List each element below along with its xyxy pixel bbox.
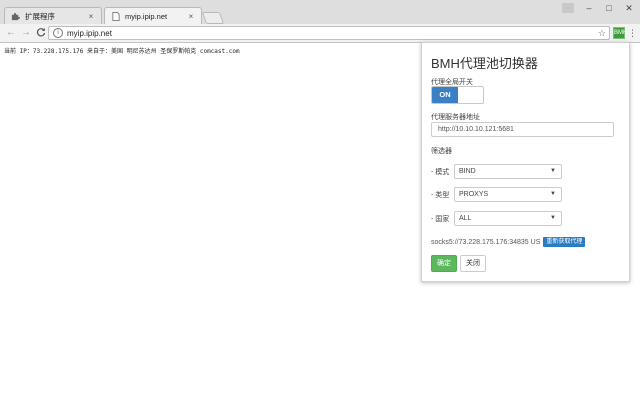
type-label: - 类型 [431, 191, 450, 199]
url-text[interactable]: myip.ipip.net [67, 29, 598, 38]
bmh-extension-icon[interactable]: BMH [613, 27, 627, 39]
current-proxy-status: socks5://73.228.175.176:34835 US 重新获取代理 [431, 237, 586, 247]
new-tab-button[interactable] [201, 12, 225, 24]
tab-label: myip.ipip.net [125, 12, 168, 21]
server-address-label: 代理服务器地址 [431, 114, 480, 121]
tab-myip[interactable]: myip.ipip.net × [104, 7, 202, 25]
mode-label: - 模式 [431, 168, 450, 176]
caret-down-icon: ▼ [550, 215, 556, 221]
menu-icon[interactable]: ⋮ [628, 27, 637, 39]
refresh-proxy-button[interactable]: 重新获取代理 [543, 237, 586, 247]
back-arrow-icon[interactable]: ← [5, 27, 17, 39]
bookmark-star-icon[interactable]: ☆ [598, 28, 606, 39]
minimize-icon[interactable]: – [582, 3, 596, 15]
filter-row-mode: - 模式 BIND ▼ [431, 164, 562, 179]
server-address-input[interactable]: http://10.10.10.121:5681 [431, 122, 614, 137]
browser-toolbar: ← → i myip.ipip.net ☆ BMH ⋮ [0, 24, 640, 43]
profile-icon[interactable] [562, 3, 574, 13]
filter-row-type: - 类型 PROXYS ▼ [431, 187, 562, 202]
close-window-icon[interactable]: ✕ [622, 3, 636, 15]
ip-info-text: 当前 IP：73.228.175.176 来自于：美国 明尼苏达州 圣保罗斯帕克… [4, 48, 240, 55]
filter-row-country: - 国家 ALL ▼ [431, 211, 562, 226]
popup-title: BMH代理池切换器 [431, 56, 538, 71]
filter-label: 筛选器 [431, 148, 452, 155]
tab-extensions[interactable]: 扩展程序 × [4, 7, 102, 24]
maximize-icon[interactable]: □ [602, 3, 616, 15]
close-tab-icon[interactable]: × [187, 12, 195, 21]
page-icon [111, 12, 120, 21]
mode-select[interactable]: BIND ▼ [454, 164, 562, 179]
tab-strip: 扩展程序 × myip.ipip.net × – □ ✕ [0, 0, 640, 25]
info-icon[interactable]: i [53, 28, 63, 38]
forward-arrow-icon[interactable]: → [20, 27, 32, 39]
caret-down-icon: ▼ [550, 168, 556, 174]
type-value: PROXYS [459, 191, 489, 198]
close-button[interactable]: 关闭 [460, 255, 486, 272]
country-label: - 国家 [431, 215, 450, 223]
puzzle-icon [11, 12, 20, 21]
address-bar[interactable]: i myip.ipip.net ☆ [48, 26, 610, 40]
current-proxy-text: socks5://73.228.175.176:34835 US [431, 238, 541, 246]
reload-icon[interactable] [35, 27, 47, 39]
type-select[interactable]: PROXYS ▼ [454, 187, 562, 202]
toggle-on-label: ON [432, 87, 458, 103]
proxy-switcher-popup: BMH代理池切换器 代理全局开关 ON 代理服务器地址 http://10.10… [421, 42, 630, 282]
tab-label: 扩展程序 [25, 11, 55, 21]
country-select[interactable]: ALL ▼ [454, 211, 562, 226]
global-proxy-toggle[interactable]: ON [431, 86, 484, 104]
mode-value: BIND [459, 168, 476, 175]
confirm-button[interactable]: 确定 [431, 255, 457, 272]
close-tab-icon[interactable]: × [87, 12, 95, 21]
country-value: ALL [459, 215, 472, 222]
caret-down-icon: ▼ [550, 191, 556, 197]
